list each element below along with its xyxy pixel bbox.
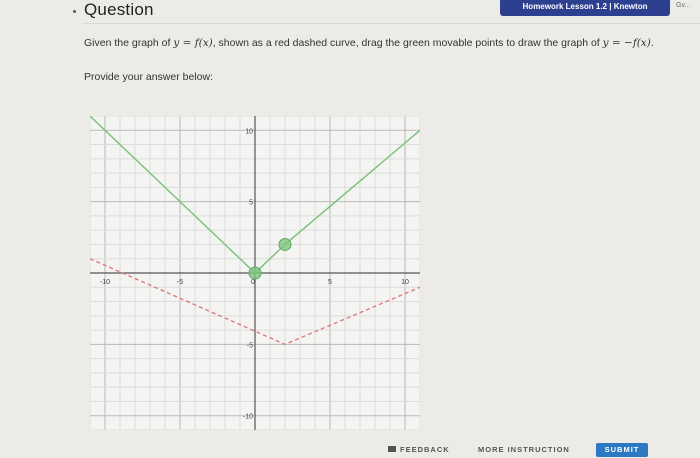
tab-fragment[interactable]: Gv... xyxy=(676,2,690,9)
prompt-text-end: . xyxy=(650,37,654,49)
question-prompt: Given the graph of y = f(x), shown as a … xyxy=(84,37,654,49)
x-tick-label: -5 xyxy=(177,279,183,286)
y-tick-label: -5 xyxy=(247,342,253,349)
tab-label: Homework Lesson 1.2 | Knewton xyxy=(522,2,648,11)
y-tick-label: -10 xyxy=(243,414,253,421)
feedback-icon xyxy=(388,446,396,453)
prompt-text-start: Given the graph of xyxy=(84,37,174,49)
page-title: Question xyxy=(84,0,154,19)
feedback-button[interactable]: FEEDBACK xyxy=(388,443,450,457)
submit-button[interactable]: SUBMIT xyxy=(596,443,648,457)
x-tick-label: -10 xyxy=(100,279,110,286)
answer-label: Provide your answer below: xyxy=(84,71,213,83)
prompt-function-f: y = f(x) xyxy=(173,37,213,49)
prompt-function-neg-f: y = −f(x) xyxy=(602,37,651,49)
graph-canvas[interactable]: -10 -5 0 5 10 10 5 -5 -10 xyxy=(90,116,420,430)
x-tick-label: 5 xyxy=(328,279,332,286)
movable-point-1[interactable] xyxy=(248,266,262,280)
movable-point-2[interactable] xyxy=(278,237,292,251)
y-tick-label: 5 xyxy=(249,200,253,207)
x-tick-label: 0 xyxy=(251,279,255,286)
feedback-label: FEEDBACK xyxy=(400,445,450,454)
more-instruction-button[interactable]: MORE INSTRUCTION xyxy=(478,443,570,457)
bullet-dot xyxy=(73,10,76,13)
title-divider xyxy=(82,23,700,24)
x-tick-label: 10 xyxy=(401,279,409,286)
prompt-text-mid: , shown as a red dashed curve, drag the … xyxy=(212,37,603,49)
y-tick-label: 10 xyxy=(245,128,253,135)
